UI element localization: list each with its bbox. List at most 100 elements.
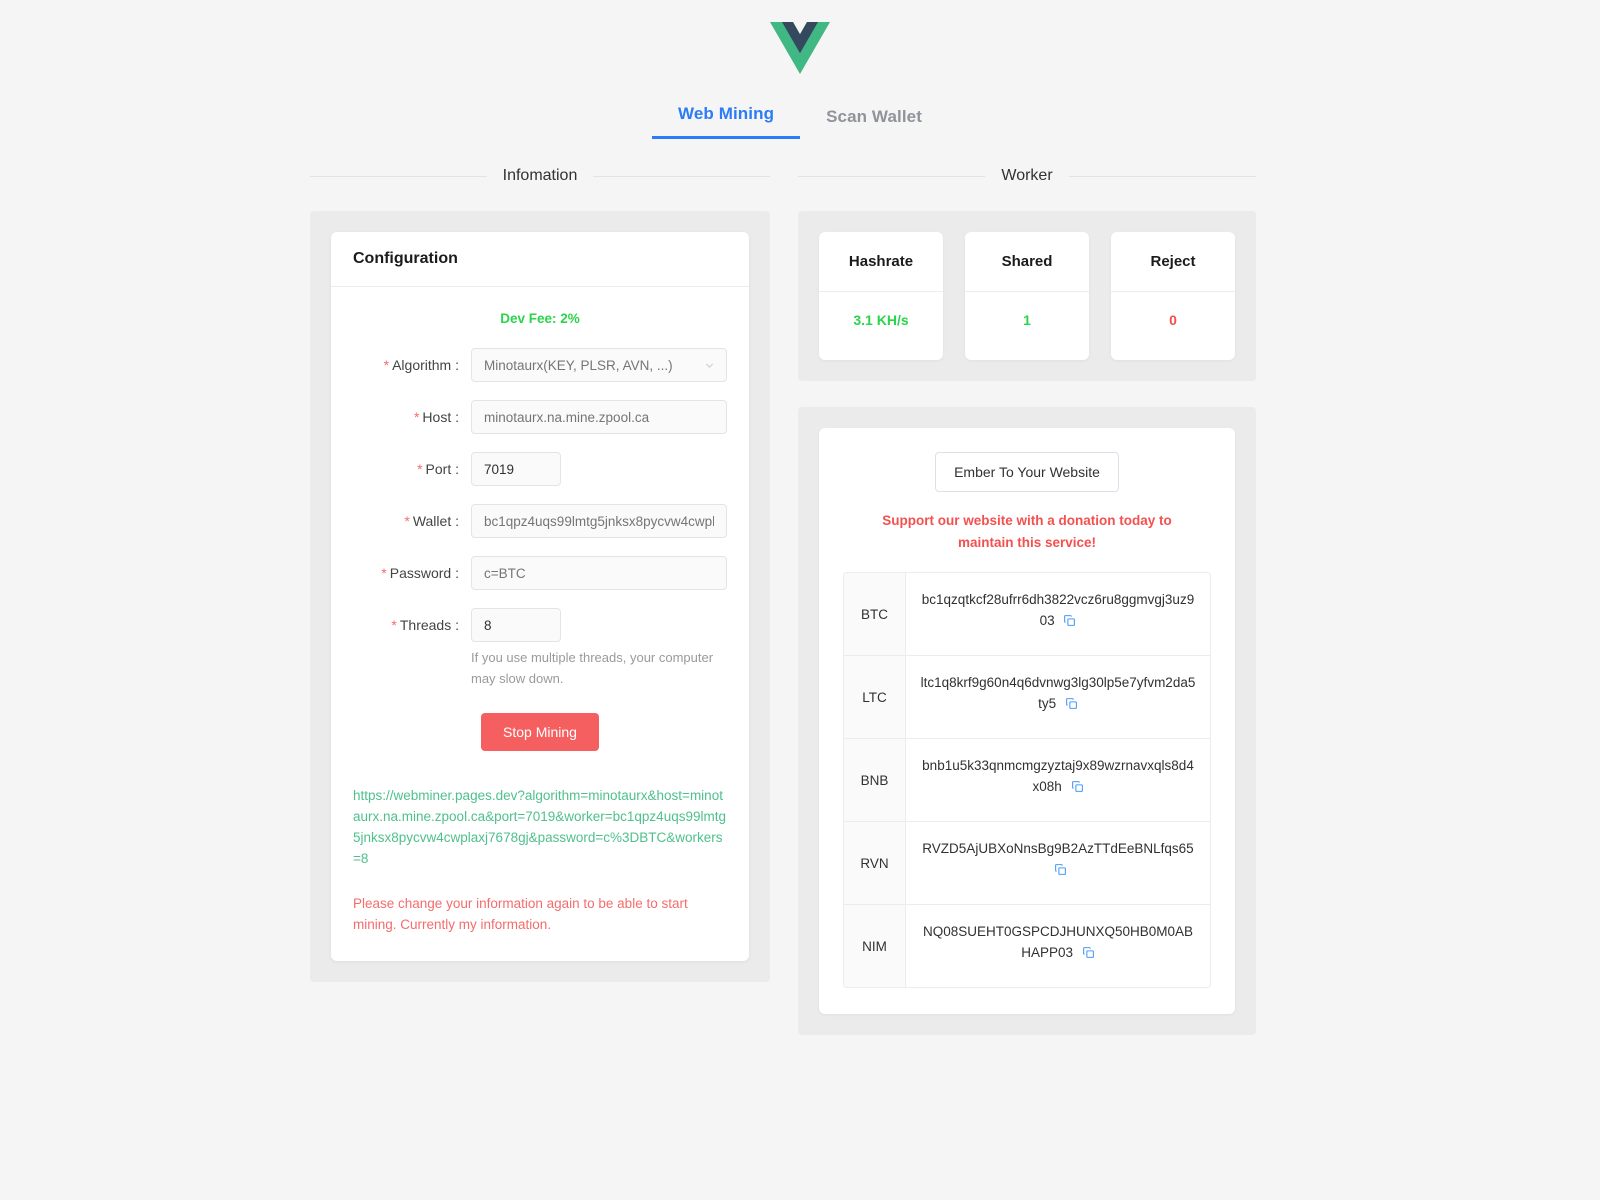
address-text-bnb: bnb1u5k33qnmcmgzyztaj9x89wzrnavxqls8d4x0… — [922, 758, 1194, 794]
panel-spacer — [798, 381, 1256, 407]
configuration-card: Configuration Dev Fee: 2% *Algorithm : — [331, 232, 749, 961]
algorithm-label-text: Algorithm — [392, 357, 452, 373]
reject-value: 0 — [1169, 312, 1177, 328]
address-value-nim: NQ08SUEHT0GSPCDJHUNXQ50HB0M0ABHAPP03 — [906, 905, 1210, 987]
warning-message: Please change your information again to … — [353, 896, 688, 932]
threads-hint: If you use multiple threads, your comput… — [471, 650, 714, 686]
table-row: NIM NQ08SUEHT0GSPCDJHUNXQ50HB0M0ABHAPP03 — [844, 905, 1210, 987]
table-row: BNB bnb1u5k33qnmcmgzyztaj9x89wzrnavxqls8… — [844, 739, 1210, 822]
required-asterisk: * — [381, 565, 387, 581]
donation-panel: Ember To Your Website Support our websit… — [798, 407, 1256, 1035]
tab-web-mining[interactable]: Web Mining — [652, 104, 801, 139]
required-asterisk: * — [383, 357, 390, 373]
address-symbol-btc: BTC — [844, 573, 906, 655]
configuration-card-title: Configuration — [331, 232, 749, 287]
stat-card-shared: Shared 1 — [965, 232, 1089, 360]
table-row: BTC bc1qzqtkcf28ufrr6dh3822vcz6ru8ggmvgj… — [844, 573, 1210, 656]
worker-stats-panel: Hashrate 3.1 KH/s Shared 1 Reject 0 — [798, 211, 1256, 381]
donation-card: Ember To Your Website Support our websit… — [819, 428, 1235, 1014]
wallet-input[interactable] — [471, 504, 727, 538]
hashrate-label: Hashrate — [819, 232, 943, 292]
address-symbol-nim: NIM — [844, 905, 906, 987]
stop-mining-row: Stop Mining — [353, 713, 727, 751]
port-label: * Port : — [417, 461, 459, 477]
information-column: Infomation Configuration Dev Fee: 2% * Al… — [310, 167, 770, 982]
divider-line-right — [593, 175, 770, 177]
field-row-algorithm: * Algorithm : — [353, 348, 727, 382]
copy-icon[interactable] — [1065, 695, 1078, 716]
algorithm-select[interactable] — [471, 348, 727, 382]
table-row: LTC ltc1q8krf9g60n4q6dvnwg3lg30lp5e7yfvm… — [844, 656, 1210, 739]
threads-label-text: Threads — [399, 617, 452, 633]
required-asterisk: * — [391, 617, 397, 633]
donation-address-table: BTC bc1qzqtkcf28ufrr6dh3822vcz6ru8ggmvgj… — [843, 572, 1211, 988]
threads-label: * Threads : — [391, 617, 459, 633]
configuration-form: Dev Fee: 2% * Algorithm : Minotaurx(KEY,… — [331, 287, 749, 961]
required-asterisk: * — [417, 461, 423, 477]
address-symbol-rvn: RVN — [844, 822, 906, 904]
main-tabs: Web Mining Scan Wallet — [0, 104, 1600, 139]
information-title: Infomation — [502, 167, 578, 184]
address-text-ltc: ltc1q8krf9g60n4q6dvnwg3lg30lp5e7yfvm2da5… — [920, 675, 1196, 711]
address-symbol-ltc: LTC — [844, 656, 906, 738]
address-symbol-bnb: BNB — [844, 739, 906, 821]
ember-button-row: Ember To Your Website — [843, 452, 1211, 492]
wallet-label: * Wallet : — [404, 513, 459, 529]
shared-label: Shared — [965, 232, 1089, 292]
address-value-bnb: bnb1u5k33qnmcmgzyztaj9x89wzrnavxqls8d4x0… — [906, 739, 1210, 821]
vue-logo — [770, 22, 830, 74]
worker-column: Worker Hashrate 3.1 KH/s Shared 1 Reject — [798, 167, 1257, 1035]
divider-line-left — [310, 175, 487, 177]
ember-to-website-button[interactable]: Ember To Your Website — [935, 452, 1119, 492]
host-label-text: Host — [422, 409, 452, 425]
configuration-panel: Configuration Dev Fee: 2% *Algorithm : — [310, 211, 770, 982]
host-label: * Host : — [413, 409, 459, 425]
worker-title: Worker — [1001, 167, 1053, 184]
wallet-label-text: Wallet — [412, 513, 452, 529]
threads-input[interactable] — [471, 608, 561, 642]
table-row: RVN RVZD5AjUBXoNnsBg9B2AzTTdEeBNLfqs65 — [844, 822, 1210, 905]
divider-line-left — [798, 175, 986, 177]
share-url-link[interactable]: https://webminer.pages.dev?algorithm=min… — [353, 785, 727, 869]
address-text-nim: NQ08SUEHT0GSPCDJHUNXQ50HB0M0ABHAPP03 — [922, 924, 1194, 960]
tab-scan-wallet[interactable]: Scan Wallet — [800, 107, 948, 139]
content-columns: Infomation Configuration Dev Fee: 2% * Al… — [0, 167, 1600, 1035]
address-value-rvn: RVZD5AjUBXoNnsBg9B2AzTTdEeBNLfqs65 — [906, 822, 1210, 904]
hashrate-value: 3.1 KH/s — [853, 312, 909, 328]
field-row-host: * Host : — [353, 400, 727, 434]
dev-fee-label: Dev Fee: 2% — [500, 311, 580, 326]
address-text-rvn: RVZD5AjUBXoNnsBg9B2AzTTdEeBNLfqs65 — [922, 841, 1194, 856]
donation-message: Support our website with a donation toda… — [882, 513, 1172, 550]
field-row-port: * Port : — [353, 452, 727, 486]
reject-label: Reject — [1111, 232, 1235, 292]
address-text-btc: bc1qzqtkcf28ufrr6dh3822vcz6ru8ggmvgj3uz9… — [921, 592, 1195, 628]
host-input[interactable] — [471, 400, 727, 434]
address-value-ltc: ltc1q8krf9g60n4q6dvnwg3lg30lp5e7yfvm2da5… — [906, 656, 1210, 738]
logo-container — [0, 0, 1600, 74]
copy-icon[interactable] — [1082, 944, 1095, 965]
app-root: Web Mining Scan Wallet Infomation Config… — [0, 0, 1600, 1200]
copy-icon[interactable] — [1071, 778, 1084, 799]
information-section-header: Infomation — [310, 167, 770, 185]
tab-scan-wallet-label: Scan Wallet — [826, 107, 922, 126]
field-row-wallet: * Wallet : — [353, 504, 727, 538]
divider-line-right — [1068, 175, 1257, 177]
password-input[interactable] — [471, 556, 727, 590]
required-asterisk: * — [404, 513, 410, 529]
shared-value: 1 — [1023, 312, 1031, 328]
stat-card-hashrate: Hashrate 3.1 KH/s — [819, 232, 943, 360]
copy-icon[interactable] — [1054, 861, 1067, 882]
field-row-threads: *Threads : If you use multiple threads, … — [353, 608, 727, 689]
worker-stats-row: Hashrate 3.1 KH/s Shared 1 Reject 0 — [819, 232, 1235, 360]
copy-icon[interactable] — [1063, 612, 1076, 633]
tab-web-mining-label: Web Mining — [678, 104, 775, 123]
port-input[interactable] — [471, 452, 561, 486]
stop-mining-button[interactable]: Stop Mining — [481, 713, 599, 751]
worker-section-header: Worker — [798, 167, 1257, 185]
password-label-text: Password — [389, 565, 452, 581]
required-asterisk: * — [413, 409, 420, 425]
stat-card-reject: Reject 0 — [1111, 232, 1235, 360]
field-row-password: * Password : — [353, 556, 727, 590]
algorithm-select-wrap — [471, 348, 727, 382]
password-label: * Password : — [381, 565, 459, 581]
